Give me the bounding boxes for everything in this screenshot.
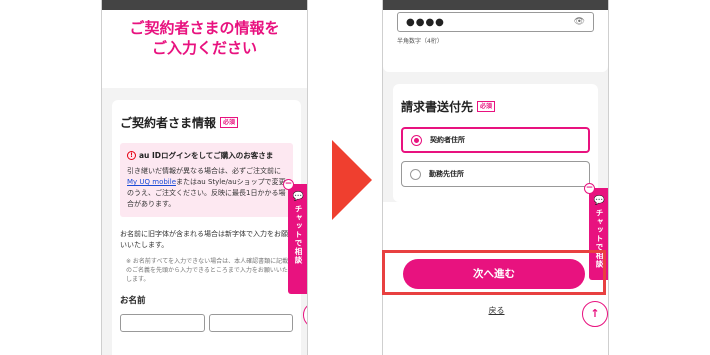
radio-empty-icon bbox=[410, 168, 421, 180]
page-title: ご契約者さまの情報を ご入力ください bbox=[129, 19, 280, 57]
password-dots: ●●●● bbox=[406, 16, 445, 28]
contract-info-card: ご契約者さま情報 必須 ! au IDログインをしてご購入のお客さま 引き継いだ… bbox=[112, 100, 301, 355]
scroll-top-button[interactable]: ↑ bbox=[303, 302, 307, 328]
my-uq-mobile-link[interactable]: My UQ mobile bbox=[127, 178, 176, 186]
password-card: ●●●● 👁 半角数字（4桁） bbox=[383, 10, 608, 72]
name-fields bbox=[120, 314, 293, 332]
back-link[interactable]: 戻る bbox=[383, 305, 608, 316]
chat-bubble-icon: 💬 bbox=[292, 192, 305, 202]
name-label: お名前 bbox=[120, 296, 146, 306]
chat-label: チャットで相談 bbox=[294, 205, 303, 265]
name-note-small: ※ お名前すべてを入力できない場合は、本人確認書類に記載のご名義を先頭から入力で… bbox=[126, 258, 289, 283]
billing-title: 請求書送付先 必須 bbox=[401, 98, 590, 115]
left-phone-screen: ご契約者さまの情報を ご入力ください ご契約者さま情報 必須 ! au IDログ… bbox=[101, 0, 308, 355]
hero-header: ご契約者さまの情報を ご入力ください bbox=[102, 10, 307, 88]
section-title: ご契約者さま情報 必須 bbox=[120, 114, 293, 131]
password-input[interactable]: ●●●● 👁 bbox=[397, 12, 594, 32]
minimize-icon[interactable]: − bbox=[283, 179, 294, 190]
radio-contract-address[interactable]: 契約者住所 bbox=[401, 127, 590, 153]
info-body: 引き継いだ情報が異なる場合は、必ずご注文前にMy UQ mobileまたはau … bbox=[127, 166, 286, 210]
password-hint: 半角数字（4桁） bbox=[397, 38, 443, 45]
first-name-input[interactable] bbox=[208, 314, 293, 332]
chat-consult-tab[interactable]: − 💬 チャットで相談 bbox=[283, 179, 307, 294]
radio-work-address[interactable]: 勤務先住所 bbox=[401, 161, 590, 187]
radio-label: 契約者住所 bbox=[430, 136, 465, 144]
required-badge: 必須 bbox=[477, 101, 496, 112]
info-box: ! au IDログインをしてご購入のお客さま 引き継いだ情報が異なる場合は、必ず… bbox=[120, 143, 293, 217]
chat-bubble-icon: 💬 bbox=[593, 196, 606, 206]
info-head-text: au IDログインをしてご購入のお客さま bbox=[139, 151, 274, 160]
status-bar bbox=[383, 0, 608, 10]
scroll-top-button[interactable]: ↑ bbox=[582, 301, 608, 327]
billing-address-card: 請求書送付先 必須 契約者住所 勤務先住所 bbox=[393, 84, 598, 202]
radio-selected-icon bbox=[411, 134, 422, 146]
name-note: お名前に旧字体が含まれる場合は新字体で入力をお願いいたします。 bbox=[120, 230, 288, 249]
minimize-icon[interactable]: − bbox=[584, 183, 595, 194]
info-head: ! au IDログインをしてご購入のお客さま bbox=[127, 150, 286, 161]
required-badge: 必須 bbox=[220, 117, 239, 128]
eye-off-icon[interactable]: 👁 bbox=[574, 17, 585, 27]
status-bar bbox=[102, 0, 307, 10]
warning-icon: ! bbox=[127, 151, 136, 160]
radio-label: 勤務先住所 bbox=[429, 170, 464, 178]
highlight-frame bbox=[382, 250, 606, 295]
info-body-text-1: 引き継いだ情報が異なる場合は、必ずご注文前に bbox=[127, 167, 281, 175]
arrow-right-icon bbox=[332, 140, 372, 220]
last-name-input[interactable] bbox=[120, 314, 205, 332]
section-title-text: ご契約者さま情報 bbox=[120, 116, 217, 130]
right-phone-screen: ●●●● 👁 半角数字（4桁） 請求書送付先 必須 契約者住所 勤務先住所 次へ… bbox=[382, 0, 609, 355]
billing-title-text: 請求書送付先 bbox=[401, 100, 474, 114]
